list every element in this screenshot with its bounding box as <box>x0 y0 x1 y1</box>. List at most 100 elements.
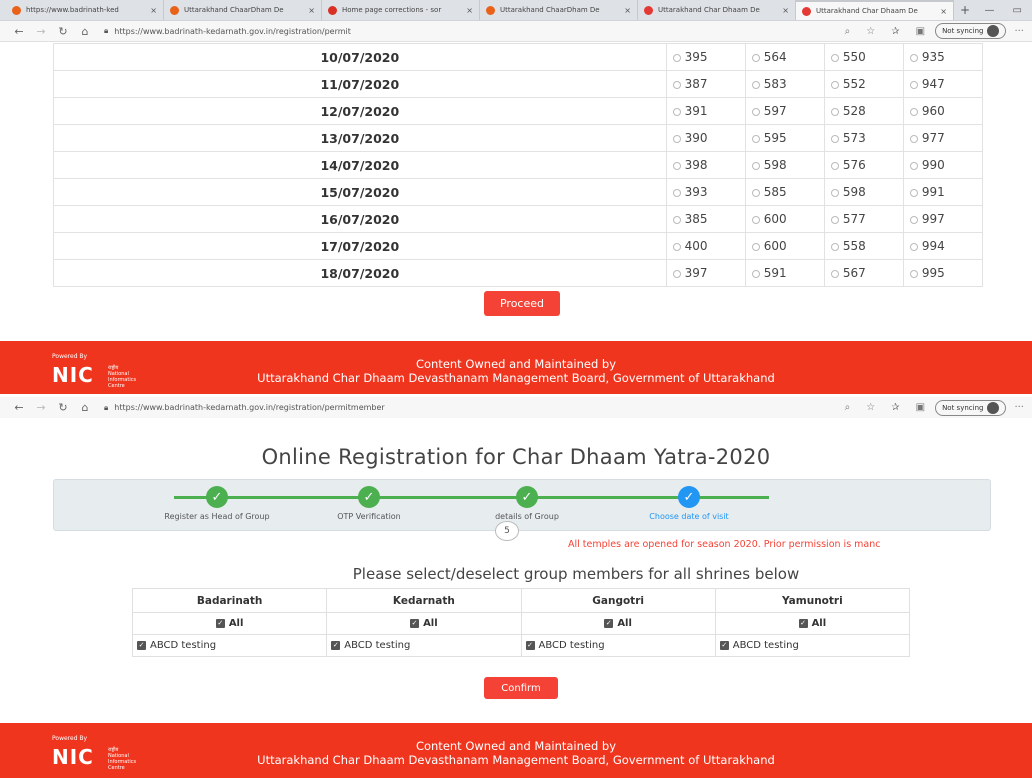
checkbox-checked-icon[interactable]: ✓ <box>331 640 341 650</box>
collections-icon[interactable]: ▣ <box>916 402 925 413</box>
radio-button[interactable] <box>672 161 681 170</box>
checkbox-checked-icon[interactable]: ✓ <box>719 640 729 650</box>
slot-cell[interactable]: 387 <box>665 70 746 98</box>
favorite-star-icon[interactable]: ☆ <box>866 26 875 37</box>
slot-cell[interactable]: 576 <box>823 151 904 179</box>
browser-tab[interactable]: Uttarakhand Char Dhaam De × <box>796 0 954 20</box>
radio-button[interactable] <box>830 188 839 197</box>
radio-button[interactable] <box>751 134 760 143</box>
slot-cell[interactable]: 960 <box>902 97 984 125</box>
close-tab-icon[interactable]: × <box>150 6 157 15</box>
slot-cell[interactable]: 990 <box>902 151 984 179</box>
slot-cell[interactable]: 598 <box>744 151 825 179</box>
checkbox-checked-icon[interactable]: ✓ <box>215 618 225 628</box>
radio-button[interactable] <box>751 215 760 224</box>
slot-cell[interactable]: 573 <box>823 124 904 152</box>
slot-cell[interactable]: 935 <box>902 43 984 71</box>
radio-button[interactable] <box>672 215 681 224</box>
sync-button[interactable]: Not syncing <box>935 23 1007 39</box>
favorites-bar-icon[interactable]: ✰ <box>891 402 899 413</box>
radio-button[interactable] <box>751 80 760 89</box>
select-all-cell[interactable]: ✓ All <box>131 612 328 635</box>
slot-cell[interactable]: 997 <box>902 205 984 233</box>
back-icon[interactable]: ← <box>8 401 30 414</box>
close-tab-icon[interactable]: × <box>782 6 789 15</box>
browser-tab[interactable]: Home page corrections - sor × <box>322 0 480 20</box>
slot-cell[interactable]: 597 <box>744 97 825 125</box>
radio-button[interactable] <box>909 188 918 197</box>
slot-cell[interactable]: 397 <box>665 259 746 287</box>
radio-button[interactable] <box>909 215 918 224</box>
radio-button[interactable] <box>830 134 839 143</box>
home-icon[interactable]: ⌂ <box>74 401 96 414</box>
close-tab-icon[interactable]: × <box>940 7 947 16</box>
select-all-cell[interactable]: ✓ All <box>326 612 522 635</box>
refresh-icon[interactable]: ↻ <box>52 401 74 414</box>
radio-button[interactable] <box>751 269 760 278</box>
close-tab-icon[interactable]: × <box>466 6 473 15</box>
favorites-bar-icon[interactable]: ✰ <box>891 26 899 37</box>
radio-button[interactable] <box>830 161 839 170</box>
home-icon[interactable]: ⌂ <box>74 25 96 38</box>
checkbox-checked-icon[interactable]: ✓ <box>604 618 614 628</box>
radio-button[interactable] <box>909 242 918 251</box>
url-field[interactable]: 🔒︎ https://www.badrinath-kedarnath.gov.i… <box>104 403 845 413</box>
radio-button[interactable] <box>830 242 839 251</box>
minimize-icon[interactable]: — <box>985 5 995 16</box>
radio-button[interactable] <box>751 161 760 170</box>
slot-cell[interactable]: 585 <box>744 178 825 206</box>
collections-icon[interactable]: ▣ <box>916 26 925 37</box>
checkbox-checked-icon[interactable]: ✓ <box>137 640 146 650</box>
new-tab-icon[interactable]: + <box>954 0 976 20</box>
radio-button[interactable] <box>830 269 839 278</box>
slot-cell[interactable]: 595 <box>744 124 825 152</box>
close-tab-icon[interactable]: × <box>624 6 631 15</box>
zoom-icon[interactable]: ⌕ <box>845 402 851 413</box>
favorite-star-icon[interactable]: ☆ <box>866 402 875 413</box>
proceed-button[interactable]: Proceed <box>484 291 560 316</box>
sync-button[interactable]: Not syncing <box>935 399 1007 416</box>
slot-cell[interactable]: 398 <box>665 151 746 179</box>
radio-button[interactable] <box>909 107 918 116</box>
browser-tab[interactable]: Uttarakhand ChaarDham De × <box>480 0 638 20</box>
back-icon[interactable]: ← <box>8 25 30 38</box>
url-field[interactable]: 🔒︎ https://www.badrinath-kedarnath.gov.i… <box>104 26 845 36</box>
slot-cell[interactable]: 577 <box>823 205 904 233</box>
select-all-cell[interactable]: ✓ All <box>520 612 716 635</box>
slot-cell[interactable]: 947 <box>902 70 984 98</box>
slot-cell[interactable]: 583 <box>744 70 825 98</box>
slot-cell[interactable]: 393 <box>665 178 746 206</box>
confirm-button[interactable]: Confirm <box>484 677 558 699</box>
more-menu-icon[interactable]: ··· <box>1014 402 1024 413</box>
slot-cell[interactable]: 991 <box>902 178 984 206</box>
radio-button[interactable] <box>830 53 839 62</box>
slot-cell[interactable]: 600 <box>744 205 825 233</box>
slot-cell[interactable]: 552 <box>823 70 904 98</box>
forward-icon[interactable]: → <box>30 401 52 414</box>
slot-cell[interactable]: 558 <box>823 232 904 260</box>
maximize-icon[interactable]: ▭ <box>1013 5 1022 16</box>
slot-cell[interactable]: 567 <box>823 259 904 287</box>
checkbox-checked-icon[interactable]: ✓ <box>410 618 420 628</box>
slot-cell[interactable]: 600 <box>744 232 825 260</box>
forward-icon[interactable]: → <box>30 25 52 38</box>
member-cell[interactable]: ✓ ABCD testing <box>520 634 716 657</box>
slot-cell[interactable]: 400 <box>665 232 746 260</box>
radio-button[interactable] <box>909 80 918 89</box>
radio-button[interactable] <box>672 107 681 116</box>
browser-tab[interactable]: https://www.badrinath-ked × <box>6 0 164 20</box>
radio-button[interactable] <box>672 80 681 89</box>
radio-button[interactable] <box>830 80 839 89</box>
radio-button[interactable] <box>672 188 681 197</box>
radio-button[interactable] <box>909 269 918 278</box>
more-menu-icon[interactable]: ··· <box>1014 26 1024 37</box>
slot-cell[interactable]: 977 <box>902 124 984 152</box>
refresh-icon[interactable]: ↻ <box>52 25 74 38</box>
member-cell[interactable]: ✓ ABCD testing <box>714 634 911 657</box>
member-cell[interactable]: ✓ ABCD testing <box>131 634 328 657</box>
radio-button[interactable] <box>830 215 839 224</box>
browser-tab[interactable]: Uttarakhand ChaarDham De × <box>164 0 322 20</box>
slot-cell[interactable]: 598 <box>823 178 904 206</box>
radio-button[interactable] <box>672 53 681 62</box>
radio-button[interactable] <box>909 53 918 62</box>
